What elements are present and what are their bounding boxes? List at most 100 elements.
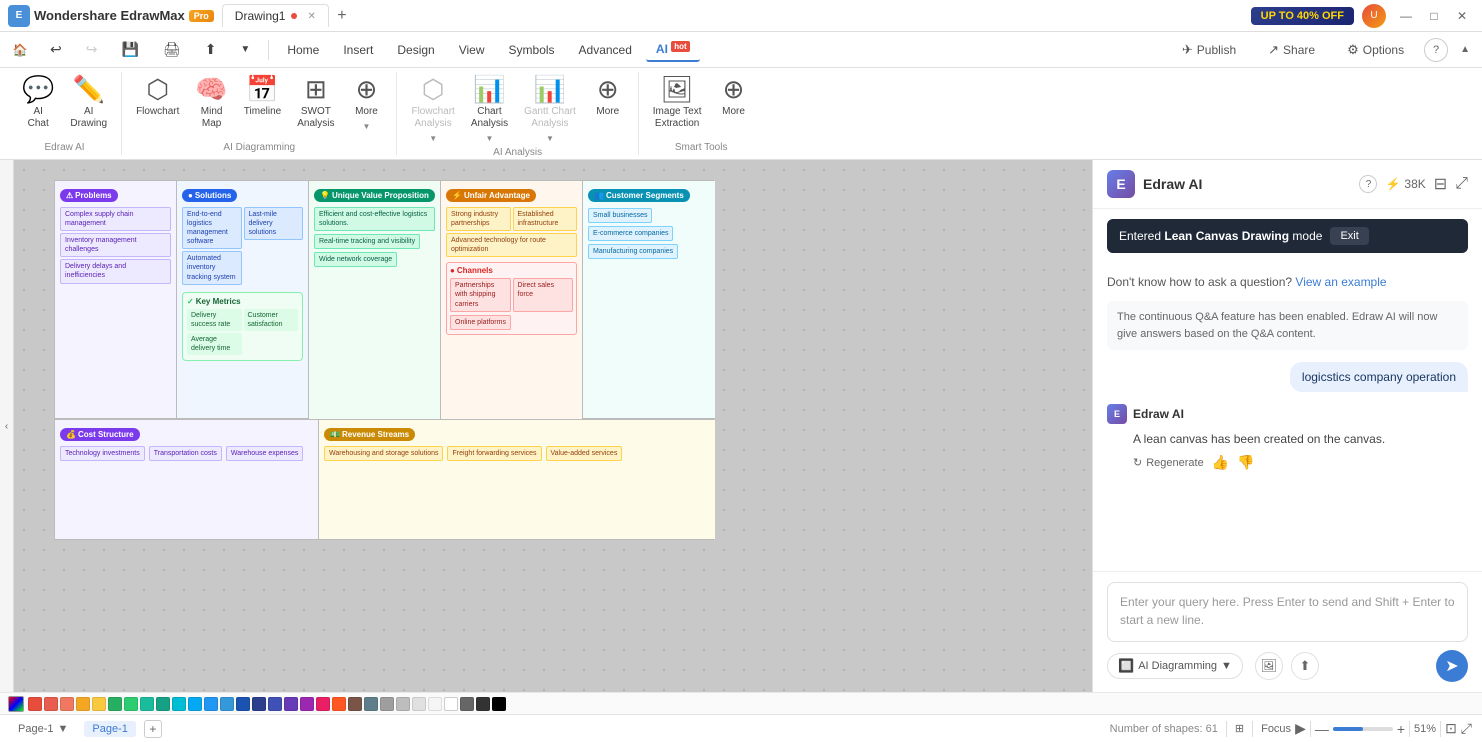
help-btn[interactable]: ? [1424, 38, 1448, 62]
ribbon-flowchart[interactable]: ⬡ Flowchart [130, 72, 185, 122]
menu-insert[interactable]: Insert [333, 39, 383, 61]
exit-mode-btn[interactable]: Exit [1330, 227, 1368, 245]
qat-dropdown[interactable]: ▼ [230, 40, 260, 59]
ribbon-image-text[interactable]: 🖼 Image TextExtraction [647, 72, 708, 134]
ribbon-section-smart-tools: 🖼 Image TextExtraction ⊕ More Smart Tool… [639, 72, 764, 155]
color-swatch-yellow[interactable] [92, 697, 106, 711]
color-swatch-19[interactable] [412, 697, 426, 711]
play-btn[interactable]: ▶ [1295, 720, 1306, 737]
color-swatch-16[interactable] [348, 697, 362, 711]
color-swatch-15[interactable] [332, 697, 346, 711]
ai-send-btn[interactable]: ➤ [1436, 650, 1468, 682]
color-swatch-12[interactable] [284, 697, 298, 711]
redo-btn[interactable]: ↪ [76, 37, 108, 62]
page-1-tab[interactable]: Page-1 [84, 721, 135, 737]
color-swatch-3[interactable] [124, 697, 138, 711]
ai-export-btn[interactable]: ⬆ [1291, 652, 1319, 680]
export-btn[interactable]: ⬆ [195, 37, 227, 62]
ribbon-swot[interactable]: ⊞ SWOTAnalysis [291, 72, 340, 134]
color-swatch-20[interactable] [428, 697, 442, 711]
menu-design[interactable]: Design [387, 39, 444, 61]
new-tab-btn[interactable]: + [331, 5, 353, 27]
ribbon-collapse-btn[interactable]: ▲ [1456, 40, 1474, 59]
color-swatch-11[interactable] [268, 697, 282, 711]
ribbon-ai-drawing[interactable]: ✏️ AIDrawing [64, 72, 113, 134]
publish-btn[interactable]: ✈ Publish [1170, 38, 1248, 62]
promo-badge[interactable]: UP TO 40% OFF [1251, 7, 1354, 25]
print-btn[interactable]: 🖨 [153, 37, 191, 62]
fullscreen-btn[interactable]: ⤢ [1461, 720, 1472, 737]
ribbon-chart-analysis[interactable]: 📊 ChartAnalysis ▼ [465, 72, 514, 147]
options-btn[interactable]: ⚙ Options [1335, 38, 1416, 62]
menu-home[interactable]: Home [277, 39, 329, 61]
color-swatch-8[interactable] [204, 697, 218, 711]
color-swatch-white[interactable] [444, 697, 458, 711]
color-swatch-green[interactable] [108, 697, 122, 711]
color-swatch-gray[interactable] [380, 697, 394, 711]
ribbon-mindmap[interactable]: 🧠 MindMap [189, 72, 233, 134]
cs-chip-3: Manufacturing companies [588, 244, 678, 259]
ribbon-more-diag[interactable]: ⊕ More ▼ [344, 72, 388, 135]
fit-page-btn[interactable]: ⊡ [1445, 720, 1457, 737]
ai-panel-expand-btn[interactable]: ⤢ [1455, 175, 1468, 193]
color-swatch-7[interactable] [188, 697, 202, 711]
menu-ai[interactable]: AI hot [646, 38, 700, 62]
canvas-area[interactable]: ⚠ Problems Complex supply chain manageme… [14, 160, 1092, 692]
save-btn[interactable]: 💾 [111, 37, 148, 62]
msg-ai-actions: ↻ Regenerate 👍 👎 [1107, 454, 1468, 471]
ribbon-ai-chat[interactable]: 💬 AIChat [16, 72, 60, 134]
color-swatch-22[interactable] [476, 697, 490, 711]
user-avatar[interactable]: U [1362, 4, 1386, 28]
color-swatch-6[interactable] [172, 697, 186, 711]
dislike-btn[interactable]: 👎 [1237, 454, 1254, 471]
ribbon-flowchart-analysis[interactable]: ⬡ FlowchartAnalysis ▼ [405, 72, 460, 147]
ai-image-btn[interactable]: 🖼 [1255, 652, 1283, 680]
zoom-out-btn[interactable]: — [1315, 721, 1329, 737]
like-btn[interactable]: 👍 [1212, 454, 1229, 471]
minimize-btn[interactable]: — [1394, 4, 1418, 28]
color-swatch-black[interactable] [492, 697, 506, 711]
tab-close-btn[interactable]: ✕ [307, 11, 315, 22]
ai-input-box[interactable]: Enter your query here. Press Enter to se… [1107, 582, 1468, 642]
ai-mode-select[interactable]: 🔲 AI Diagramming ▼ [1107, 653, 1243, 679]
drawing-tab[interactable]: Drawing1 ✕ [222, 4, 329, 27]
close-btn[interactable]: ✕ [1450, 4, 1474, 28]
ribbon-more-analysis[interactable]: ⊕ More [586, 72, 630, 122]
menu-view[interactable]: View [449, 39, 495, 61]
add-page-btn[interactable]: + [144, 720, 162, 738]
regenerate-btn[interactable]: ↻ Regenerate [1133, 456, 1204, 469]
home-nav-btn[interactable]: 🏠 [8, 38, 32, 62]
color-swatch-14[interactable] [316, 697, 330, 711]
ribbon-gantt[interactable]: 📊 Gantt ChartAnalysis ▼ [518, 72, 582, 147]
page-menu-btn[interactable]: Page-1 ▼ [10, 721, 76, 737]
ai-panel-minimize-btn[interactable]: ⊟ [1434, 174, 1447, 194]
color-swatch-9[interactable] [236, 697, 250, 711]
color-swatch-orange[interactable] [76, 697, 90, 711]
ribbon-more-tools[interactable]: ⊕ More [712, 72, 756, 122]
more-analysis-label: More [596, 106, 619, 118]
color-swatch-18[interactable] [396, 697, 410, 711]
color-swatch-21[interactable] [460, 697, 474, 711]
ai-help-btn[interactable]: ? [1359, 175, 1377, 193]
color-swatch-1[interactable] [44, 697, 58, 711]
color-swatch-red[interactable] [28, 697, 42, 711]
color-swatch-10[interactable] [252, 697, 266, 711]
ribbon-timeline[interactable]: 📅 Timeline [238, 72, 287, 122]
color-swatch-17[interactable] [364, 697, 378, 711]
color-swatch-4[interactable] [140, 697, 154, 711]
layers-btn[interactable]: ⊞ [1235, 722, 1244, 735]
view-example-link[interactable]: View an example [1295, 275, 1386, 289]
share-btn[interactable]: ↗ Share [1256, 38, 1327, 62]
zoom-slider[interactable] [1333, 727, 1393, 731]
color-picker-btn[interactable] [8, 696, 24, 712]
zoom-in-btn[interactable]: + [1397, 721, 1405, 737]
color-swatch-5[interactable] [156, 697, 170, 711]
color-swatch-2[interactable] [60, 697, 74, 711]
undo-btn[interactable]: ↩ [40, 37, 72, 62]
maximize-btn[interactable]: □ [1422, 4, 1446, 28]
menu-advanced[interactable]: Advanced [569, 39, 642, 61]
sidebar-collapse-btn[interactable]: ‹ [0, 160, 14, 692]
color-swatch-blue[interactable] [220, 697, 234, 711]
menu-symbols[interactable]: Symbols [499, 39, 565, 61]
color-swatch-13[interactable] [300, 697, 314, 711]
